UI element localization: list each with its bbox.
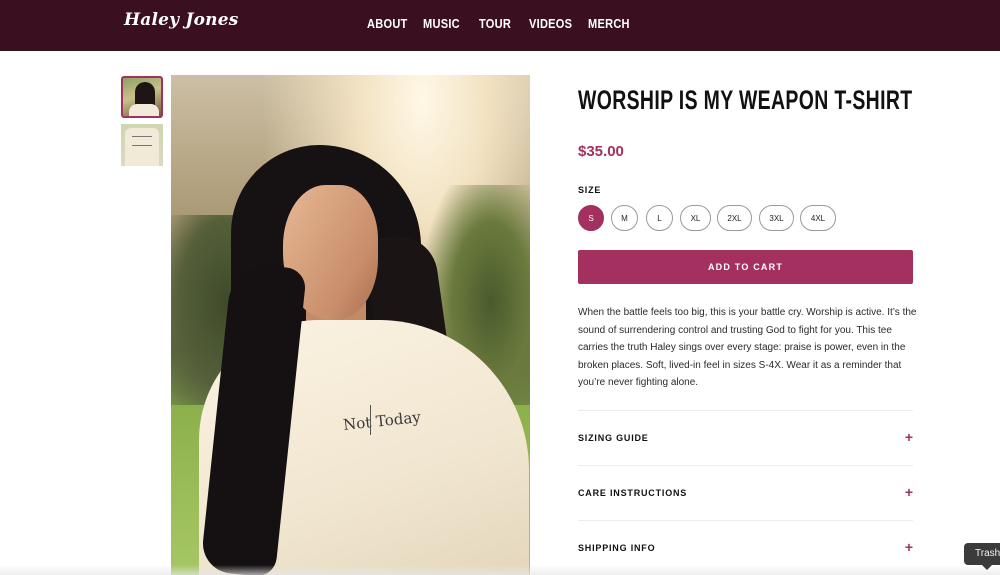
size-selector: S M L XL 2XL 3XL 4XL <box>578 205 918 231</box>
size-option-3xl[interactable]: 3XL <box>759 205 794 231</box>
accordion-label: SIZING GUIDE <box>578 433 649 443</box>
size-option-m[interactable]: M <box>611 205 638 231</box>
accordion-care-instructions[interactable]: CARE INSTRUCTIONS + <box>578 465 913 519</box>
main-nav: ABOUT MUSIC TOUR VIDEOS MERCH <box>0 16 1000 36</box>
thumbnail-shirt-print <box>132 136 152 146</box>
trash-tooltip: Trash <box>964 543 1000 565</box>
nav-about[interactable]: ABOUT <box>367 16 408 31</box>
accordion-label: SHIPPING INFO <box>578 543 656 553</box>
plus-icon[interactable]: + <box>905 484 913 500</box>
product-thumbnail-back[interactable] <box>121 124 163 166</box>
product-title: WORSHIP IS MY WEAPON T-SHIRT <box>578 85 913 115</box>
thumbnail-shirt-back <box>125 128 159 166</box>
accordion-sizing-guide[interactable]: SIZING GUIDE + <box>578 410 913 464</box>
size-label: SIZE <box>578 185 602 195</box>
plus-icon[interactable]: + <box>905 429 913 445</box>
size-option-xl[interactable]: XL <box>680 205 711 231</box>
tooltip-arrow <box>982 565 992 570</box>
size-option-4xl[interactable]: 4XL <box>800 205 836 231</box>
site-header: Haley Jones ABOUT MUSIC TOUR VIDEOS MERC… <box>0 0 1000 51</box>
add-to-cart-button[interactable]: ADD TO CART <box>578 250 913 284</box>
plus-icon[interactable]: + <box>905 539 913 555</box>
product-price: $35.00 <box>578 143 624 160</box>
thumbnail-model-shirt <box>129 104 159 116</box>
size-option-s[interactable]: S <box>578 205 604 231</box>
nav-music[interactable]: MUSIC <box>423 16 460 31</box>
size-option-2xl[interactable]: 2XL <box>717 205 752 231</box>
size-option-l[interactable]: L <box>646 205 673 231</box>
product-thumbnail-front[interactable] <box>121 76 163 118</box>
product-main-image: Not Today <box>171 75 530 575</box>
nav-tour[interactable]: TOUR <box>479 16 511 31</box>
product-description: When the battle feels too big, this is y… <box>578 307 917 388</box>
bottom-fade <box>0 565 1000 575</box>
nav-videos[interactable]: VIDEOS <box>529 16 572 31</box>
nav-merch[interactable]: MERCH <box>588 16 630 31</box>
accordion-label: CARE INSTRUCTIONS <box>578 488 688 498</box>
